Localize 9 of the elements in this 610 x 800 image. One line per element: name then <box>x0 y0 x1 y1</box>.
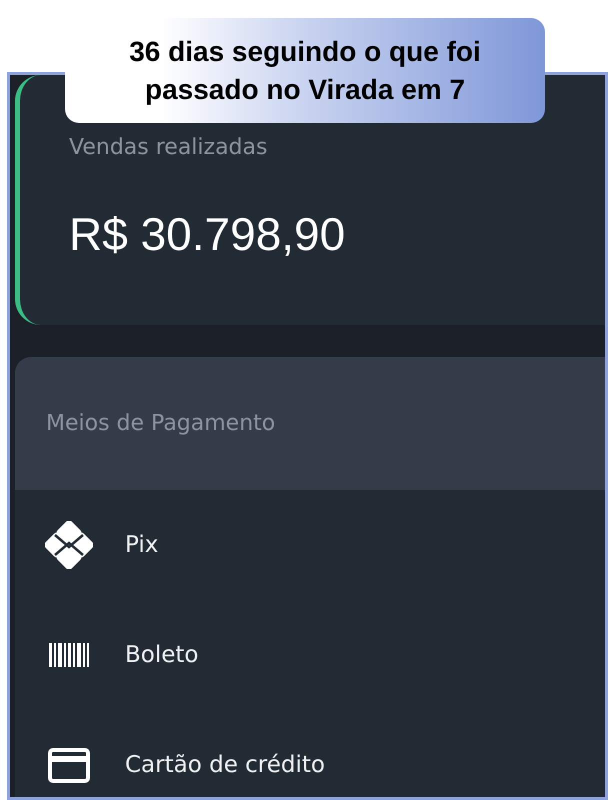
caption-line: passado no Virada em 7 <box>144 72 466 107</box>
sales-label: Vendas realizadas <box>69 134 268 162</box>
pix-icon <box>45 521 93 569</box>
payment-method-item[interactable]: Boleto <box>125 638 198 672</box>
payment-method-item[interactable]: Pix <box>125 528 158 562</box>
sales-value: R$ 30.798,90 <box>69 207 346 262</box>
payment-title: Meios de Pagamento <box>46 410 276 438</box>
caption-line: 36 dias seguindo o que foi <box>129 34 481 69</box>
payment-method-item[interactable]: Cartão de crédito <box>125 748 325 782</box>
